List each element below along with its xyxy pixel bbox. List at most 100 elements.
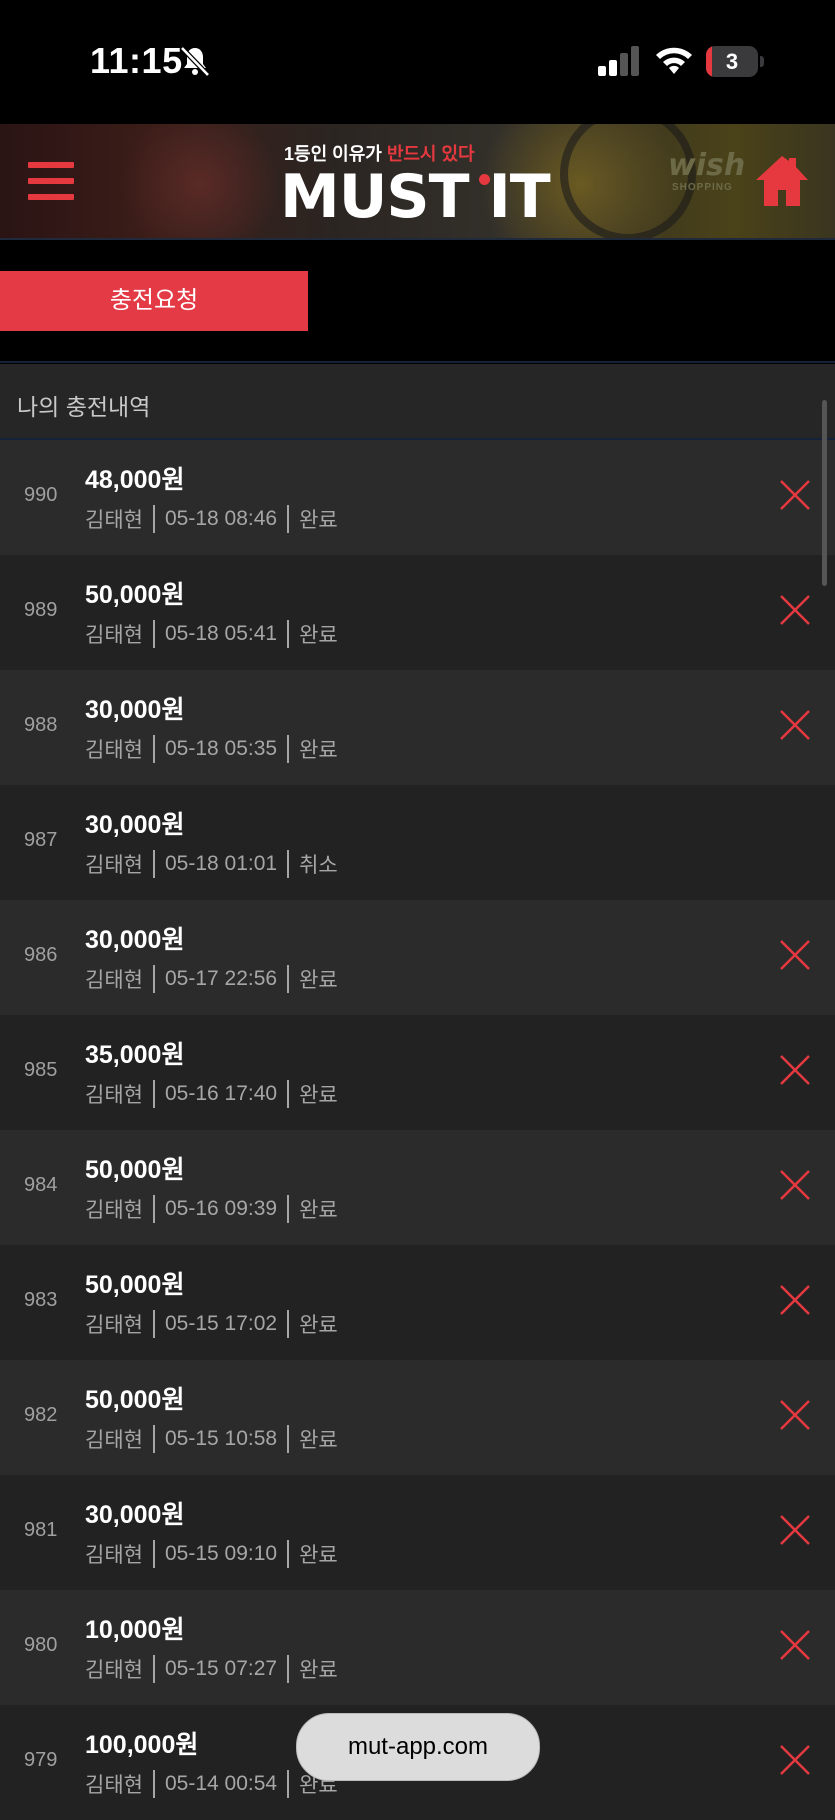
row-status: 완료 xyxy=(299,624,338,647)
divider xyxy=(152,1655,155,1683)
wifi-icon xyxy=(656,47,692,74)
status-time: 11:15 xyxy=(90,40,183,81)
history-row: 988 30,000원김태현 05-18 05:35 완료 xyxy=(0,670,835,785)
row-amount: 35,000원 xyxy=(85,1041,185,1069)
scrollbar[interactable] xyxy=(822,400,827,586)
divider xyxy=(287,735,290,763)
brand-logo[interactable]: MUST IT xyxy=(280,162,551,232)
charge-request-button[interactable]: 충전요청 xyxy=(0,271,308,331)
row-datetime: 05-15 17:02 xyxy=(164,1312,278,1335)
divider xyxy=(152,1195,155,1223)
row-meta: 김태현 05-18 01:01 취소 xyxy=(85,849,338,879)
row-meta: 김태현 05-18 05:41 완료 xyxy=(85,619,338,649)
history-row: 984 50,000원 김태현 05-16 09:39 완료 xyxy=(0,1130,835,1245)
row-number: 988 xyxy=(24,714,58,736)
brand-logo-dot xyxy=(479,174,490,185)
tagline-text: 1등인 이유가 xyxy=(284,144,387,164)
row-number: 984 xyxy=(24,1174,58,1196)
battery-percent: 3 xyxy=(725,49,739,74)
delete-x-icon[interactable] xyxy=(778,593,812,627)
row-status: 완료 xyxy=(299,1084,338,1107)
row-name: 김태현 xyxy=(85,1429,143,1452)
divider xyxy=(287,965,290,993)
row-amount: 50,000원 xyxy=(85,581,185,609)
divider xyxy=(152,965,155,993)
history-row: 985 35,000원 김태현 05-16 17:40 완료 xyxy=(0,1015,835,1130)
delete-x-icon[interactable] xyxy=(778,1628,812,1662)
row-number: 990 xyxy=(24,484,58,506)
row-name: 김태현 xyxy=(85,969,143,992)
home-icon[interactable] xyxy=(754,154,810,208)
divider xyxy=(287,1310,290,1338)
row-meta: 김태현 05-15 17:02 완료 xyxy=(85,1309,338,1339)
divider xyxy=(287,505,290,533)
divider xyxy=(152,1080,155,1108)
battery-tip xyxy=(760,56,764,67)
app-header: wish SHOPPING 1등인 이유가 반드시 있다 MUST IT xyxy=(0,124,835,240)
row-datetime: 05-18 05:41 xyxy=(164,622,278,645)
delete-x-icon[interactable] xyxy=(778,1398,812,1432)
delete-x-icon[interactable] xyxy=(778,1168,812,1202)
row-datetime: 05-15 10:58 xyxy=(164,1427,278,1450)
divider xyxy=(0,361,835,363)
row-meta: 김태현 05-17 22:56 완료 xyxy=(85,964,338,994)
history-row: 981 30,000원 김태현 05-15 09:10 완료 xyxy=(0,1475,835,1590)
row-name: 김태현 xyxy=(85,624,143,647)
history-row: 982 50,000원 김태현 05-15 10:58 완료 xyxy=(0,1360,835,1475)
history-header: 나의 충전내역 xyxy=(0,364,835,440)
row-status: 완료 xyxy=(299,1544,338,1567)
bell-slash-icon xyxy=(180,46,210,77)
divider xyxy=(287,620,290,648)
row-meta: 김태현 05-15 09:10 완료 xyxy=(85,1539,338,1569)
row-name: 김태현 xyxy=(85,854,143,877)
row-amount: 30,000원 xyxy=(85,696,185,724)
divider xyxy=(287,1425,290,1453)
divider xyxy=(152,1310,155,1338)
row-number: 980 xyxy=(24,1634,58,1656)
history-row: 986 30,000원김태현 05-17 22:56 완료 xyxy=(0,900,835,1015)
row-number: 986 xyxy=(24,944,58,966)
row-status: 완료 xyxy=(299,1199,338,1222)
delete-x-icon[interactable] xyxy=(778,1513,812,1547)
battery-icon: 3 xyxy=(706,46,764,77)
hamburger-menu-icon[interactable] xyxy=(28,160,76,202)
delete-x-icon[interactable] xyxy=(778,1743,812,1777)
divider xyxy=(287,1080,290,1108)
row-status: 완료 xyxy=(299,739,338,762)
row-status: 완료 xyxy=(299,1314,338,1337)
row-amount: 30,000원 xyxy=(85,926,185,954)
row-amount: 50,000원 xyxy=(85,1386,185,1414)
row-amount: 10,000원 xyxy=(85,1616,185,1644)
row-datetime: 05-15 09:10 xyxy=(164,1542,278,1565)
row-status: 완료 xyxy=(299,509,338,532)
row-status: 완료 xyxy=(299,1429,338,1452)
row-amount: 100,000원 xyxy=(85,1731,199,1759)
row-status: 취소 xyxy=(299,854,338,877)
delete-x-icon[interactable] xyxy=(778,938,812,972)
row-datetime: 05-18 08:46 xyxy=(164,507,278,530)
divider xyxy=(287,1195,290,1223)
row-name: 김태현 xyxy=(85,739,143,762)
row-name: 김태현 xyxy=(85,1774,143,1797)
row-datetime: 05-18 05:35 xyxy=(164,737,278,760)
row-meta: 김태현 05-14 00:54 완료 xyxy=(85,1769,338,1799)
divider xyxy=(152,1770,155,1798)
row-status: 완료 xyxy=(299,969,338,992)
divider xyxy=(152,735,155,763)
delete-x-icon[interactable] xyxy=(778,1283,812,1317)
row-datetime: 05-14 00:54 xyxy=(164,1772,278,1795)
row-name: 김태현 xyxy=(85,509,143,532)
divider xyxy=(287,1655,290,1683)
row-number: 979 xyxy=(24,1749,58,1771)
delete-x-icon[interactable] xyxy=(778,478,812,512)
history-row: 987 30,000원 김태현 05-18 01:01 취소 xyxy=(0,785,835,900)
row-datetime: 05-18 01:01 xyxy=(164,852,278,875)
url-bar[interactable]: mut-app.com xyxy=(296,1713,540,1781)
row-meta: 김태현 05-18 05:35 완료 xyxy=(85,734,338,764)
divider xyxy=(287,1770,290,1798)
row-meta: 김태현 05-15 07:27 완료 xyxy=(85,1654,338,1684)
delete-x-icon[interactable] xyxy=(778,708,812,742)
row-datetime: 05-16 09:39 xyxy=(164,1197,278,1220)
divider xyxy=(152,1540,155,1568)
delete-x-icon[interactable] xyxy=(778,1053,812,1087)
